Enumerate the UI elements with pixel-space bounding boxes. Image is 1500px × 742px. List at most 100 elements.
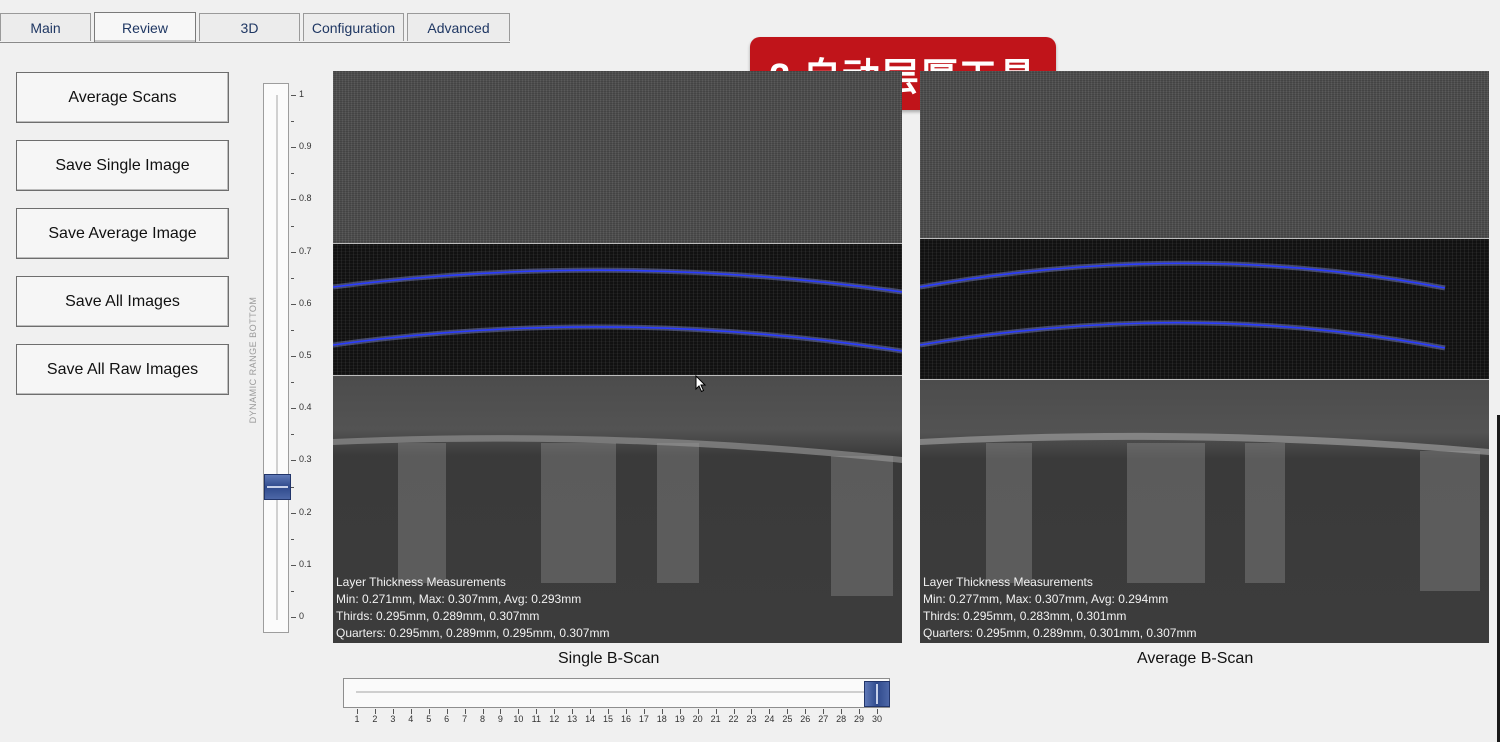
single-measurements-thirds: Thirds: 0.295mm, 0.289mm, 0.307mm <box>336 609 540 623</box>
frame-tick-label: 14 <box>585 714 596 724</box>
tab-advanced[interactable]: Advanced <box>407 13 510 41</box>
frame-tick-label: 15 <box>603 714 614 724</box>
average-bscan-caption: Average B-Scan <box>1137 650 1254 667</box>
frame-tick-label: 11 <box>531 714 541 724</box>
average-measurements-thirds: Thirds: 0.295mm, 0.283mm, 0.301mm <box>923 609 1127 623</box>
dynamic-range-major-tick <box>291 356 296 357</box>
save-all-images-button[interactable]: Save All Images <box>16 276 229 327</box>
dynamic-range-minor-tick <box>291 434 294 436</box>
lower-layer-line <box>333 326 902 352</box>
upper-layer-line <box>920 262 1446 289</box>
frame-tick-label: 5 <box>426 714 432 724</box>
frame-tick-label: 28 <box>836 714 847 724</box>
frame-tick-label: 21 <box>710 714 721 724</box>
tab-divider <box>0 42 510 43</box>
dynamic-range-tick-label: 0.7 <box>299 245 312 256</box>
single-measurements-quarters: Quarters: 0.295mm, 0.289mm, 0.295mm, 0.3… <box>336 626 610 640</box>
frame-tick-label: 19 <box>674 714 685 724</box>
dynamic-range-minor-tick <box>291 277 294 279</box>
frame-tick-label: 13 <box>567 714 578 724</box>
frame-tick-label: 17 <box>638 714 649 724</box>
dynamic-range-slider-title: DYNAMIC RANGE BOTTOM <box>248 296 258 424</box>
dynamic-range-minor-tick <box>291 590 294 592</box>
frame-slider-groove <box>356 691 871 693</box>
dynamic-range-tick-label: 0.3 <box>299 454 312 465</box>
dynamic-range-major-tick <box>291 303 296 305</box>
single-measurements-title: Layer Thickness Measurements <box>336 575 506 589</box>
dynamic-range-slider-thumb[interactable] <box>264 473 291 500</box>
frame-tick-label: 9 <box>497 714 503 724</box>
dynamic-range-major-tick <box>291 460 296 462</box>
average-scans-button[interactable]: Average Scans <box>16 72 229 123</box>
frame-tick-label: 24 <box>764 714 775 724</box>
average-measurements-title: Layer Thickness Measurements <box>923 575 1093 589</box>
frame-tick-label: 30 <box>871 714 883 724</box>
save-single-image-button[interactable]: Save Single Image <box>16 140 229 191</box>
dynamic-range-tick-label: 0.4 <box>299 402 312 413</box>
frame-tick-label: 16 <box>620 714 631 724</box>
frame-tick-label: 27 <box>818 714 829 724</box>
average-measurements: Layer Thickness Measurements Min: 0.277m… <box>923 574 1196 642</box>
frame-tick-label: 6 <box>444 714 450 724</box>
upper-layer-line <box>333 269 902 293</box>
tab-configuration[interactable]: Configuration <box>303 13 404 41</box>
dynamic-range-tick-label: 0.8 <box>299 193 312 204</box>
dynamic-range-tick-label: 0.5 <box>299 350 312 360</box>
dynamic-range-minor-tick <box>291 173 294 175</box>
dynamic-range-tick-label: 0.9 <box>299 141 312 152</box>
dynamic-range-tick-label: 1 <box>299 89 305 99</box>
dynamic-range-minor-tick <box>291 382 294 384</box>
save-average-image-button[interactable]: Save Average Image <box>16 208 229 259</box>
dynamic-range-major-tick <box>291 617 296 618</box>
frame-tick-label: 22 <box>728 714 739 724</box>
mouse-cursor-icon <box>695 375 707 393</box>
average-scan-overlay <box>920 260 1489 591</box>
frame-tick-label: 25 <box>782 714 793 724</box>
save-all-raw-images-button[interactable]: Save All Raw Images <box>16 344 229 395</box>
shadow-columns <box>986 443 1480 591</box>
average-measurements-quarters: Quarters: 0.295mm, 0.289mm, 0.301mm, 0.3… <box>923 626 1197 640</box>
dynamic-range-tick-label: 0 <box>299 611 305 621</box>
frame-tick-label: 26 <box>800 714 811 724</box>
dynamic-range-minor-tick <box>291 486 294 488</box>
dynamic-range-major-tick <box>291 95 296 96</box>
frame-tick-label: 1 <box>354 714 360 724</box>
dynamic-range-major-tick <box>291 408 296 410</box>
tab-3d[interactable]: 3D <box>199 13 300 41</box>
dynamic-range-minor-tick <box>291 329 294 331</box>
dynamic-range-tick-label: 0.1 <box>299 558 312 569</box>
dynamic-range-major-tick <box>291 199 296 201</box>
dynamic-range-major-tick <box>291 147 296 149</box>
frame-slider[interactable] <box>343 678 890 708</box>
dynamic-range-major-tick <box>291 564 296 566</box>
frame-tick-label: 12 <box>549 714 560 724</box>
dynamic-range-major-tick <box>291 251 296 253</box>
frame-tick-label: 10 <box>513 714 524 724</box>
tab-review[interactable]: Review <box>94 12 196 42</box>
frame-tick-label: 8 <box>480 714 486 724</box>
dynamic-range-slider-groove <box>276 95 278 620</box>
frame-tick-label: 4 <box>408 714 414 724</box>
single-bscan-view[interactable]: Layer Thickness Measurements Min: 0.271m… <box>333 71 902 643</box>
tab-main[interactable]: Main <box>0 13 91 41</box>
average-bscan-view[interactable]: Layer Thickness Measurements Min: 0.277m… <box>920 71 1489 643</box>
average-measurements-minmax: Min: 0.277mm, Max: 0.307mm, Avg: 0.294mm <box>923 592 1169 606</box>
frame-tick-label: 2 <box>372 714 378 724</box>
frame-tick-label: 23 <box>746 714 757 724</box>
single-bscan-caption: Single B-Scan <box>558 650 660 667</box>
frame-tick-label: 18 <box>656 714 667 724</box>
frame-tick-label: 7 <box>462 714 468 724</box>
dynamic-range-tick-label: 0.2 <box>299 506 312 517</box>
dynamic-range-major-tick <box>291 512 296 514</box>
single-measurements: Layer Thickness Measurements Min: 0.271m… <box>336 574 609 642</box>
single-measurements-minmax: Min: 0.271mm, Max: 0.307mm, Avg: 0.293mm <box>336 592 582 606</box>
frame-slider-thumb[interactable] <box>864 681 890 707</box>
dynamic-range-minor-tick <box>291 538 294 540</box>
single-scan-overlay <box>333 267 902 596</box>
frame-tick-label: 3 <box>390 714 396 724</box>
frame-tick-label: 29 <box>854 714 865 724</box>
dynamic-range-minor-tick <box>291 225 294 227</box>
dynamic-range-minor-tick <box>291 121 294 123</box>
dynamic-range-tick-label: 0.6 <box>299 297 312 308</box>
frame-tick-label: 20 <box>692 714 703 724</box>
